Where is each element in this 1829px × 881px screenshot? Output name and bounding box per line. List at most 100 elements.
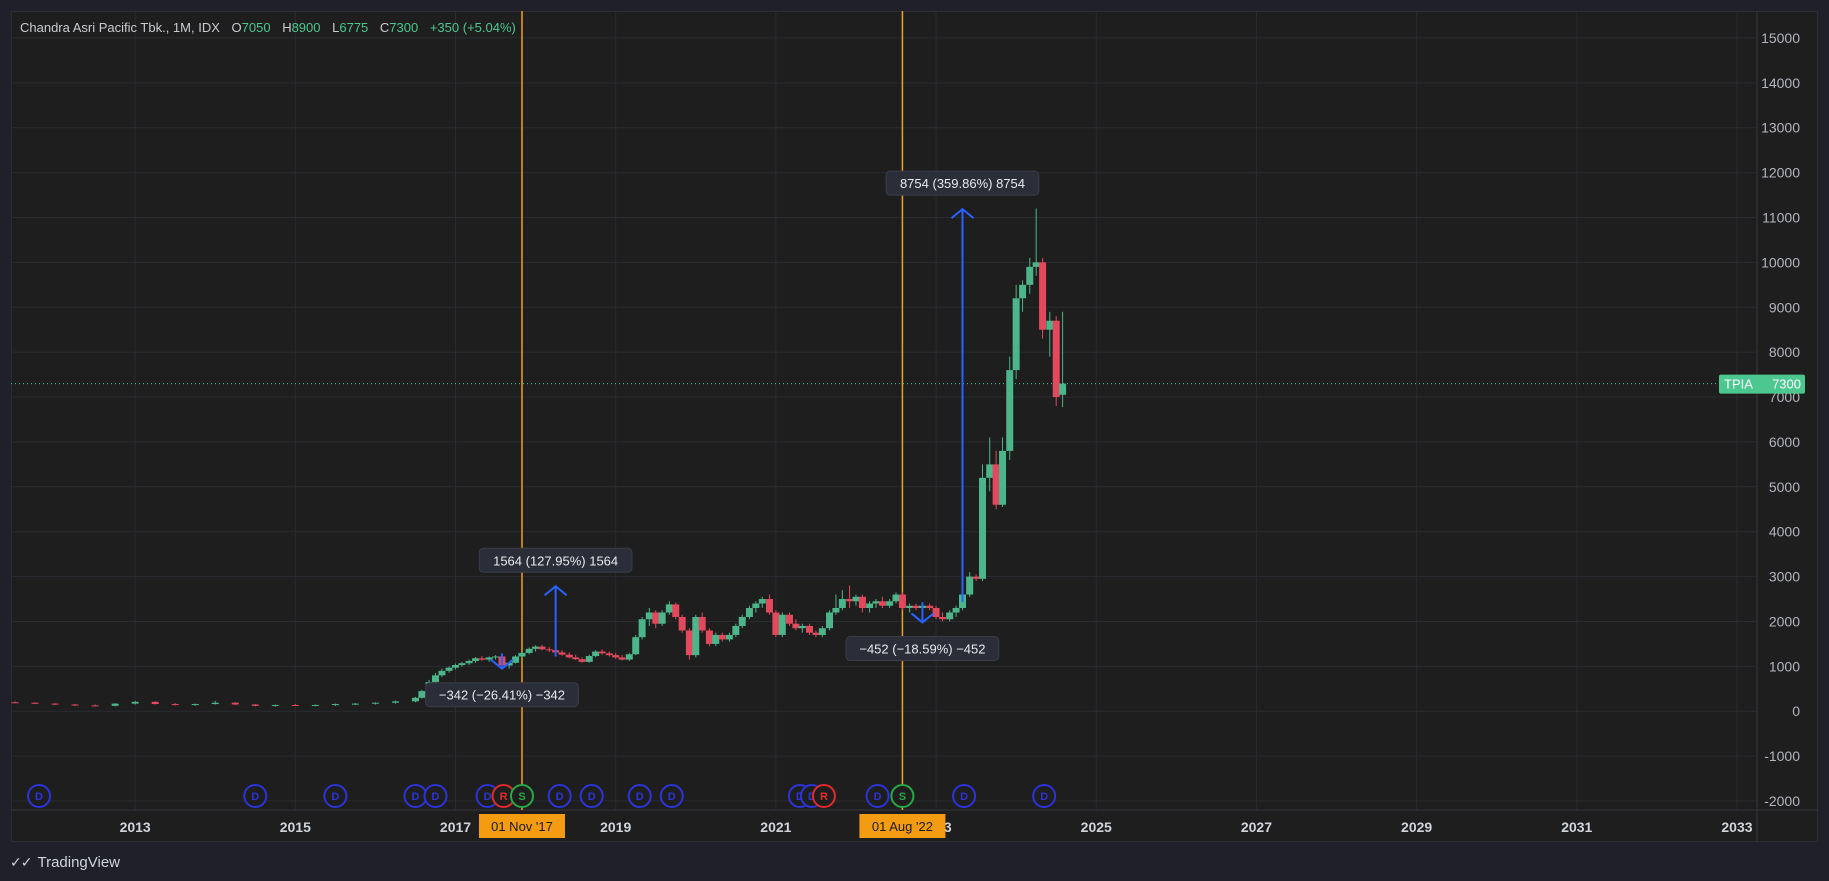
candle-body bbox=[411, 697, 419, 702]
candle-body bbox=[445, 667, 453, 671]
candle-body bbox=[838, 599, 846, 609]
candle-body bbox=[812, 632, 820, 635]
candle-body bbox=[558, 652, 566, 655]
candle-body bbox=[592, 651, 600, 657]
candle-body bbox=[938, 616, 946, 620]
candle-body bbox=[171, 704, 179, 706]
candle-body bbox=[572, 657, 580, 660]
candle-body bbox=[612, 655, 620, 658]
x-tick-label: 2017 bbox=[440, 819, 471, 835]
candle-body bbox=[638, 619, 646, 638]
event-marker-letter: R bbox=[820, 791, 828, 803]
open-label: O bbox=[231, 20, 242, 35]
footer-brand[interactable]: ✓✓ TradingView bbox=[10, 854, 120, 871]
candle-body bbox=[725, 634, 733, 640]
x-tick-label: 2027 bbox=[1241, 819, 1272, 835]
candle-body bbox=[952, 608, 960, 613]
candle-body bbox=[565, 654, 573, 658]
x-tick-label: 2013 bbox=[120, 819, 151, 835]
candle-body bbox=[31, 702, 39, 704]
candle-body bbox=[745, 608, 753, 617]
candle-body bbox=[1006, 370, 1014, 451]
candle-body bbox=[211, 702, 219, 705]
candle-body bbox=[518, 652, 526, 657]
open-value: 7050 bbox=[241, 20, 271, 35]
y-tick-label: 11000 bbox=[1762, 209, 1800, 225]
candle-body bbox=[465, 660, 473, 664]
candle-body bbox=[999, 450, 1007, 505]
candle-body bbox=[826, 612, 834, 629]
x-tick-label: 2021 bbox=[760, 819, 791, 835]
event-marker-letter: D bbox=[35, 791, 43, 803]
candle-body bbox=[758, 599, 766, 604]
candle-body bbox=[852, 596, 860, 602]
candle-body bbox=[878, 601, 886, 606]
y-tick-label: 5000 bbox=[1769, 479, 1800, 495]
event-marker-letter: D bbox=[432, 791, 440, 803]
y-tick-label: 10000 bbox=[1761, 254, 1800, 270]
event-marker-letter: D bbox=[556, 791, 564, 803]
candle-body bbox=[431, 675, 439, 683]
candle-body bbox=[151, 701, 159, 705]
measure-label-text: −452 (−18.59%) −452 bbox=[859, 641, 985, 656]
event-marker-letter: D bbox=[1040, 791, 1048, 803]
candle-body bbox=[926, 605, 934, 609]
candle-body bbox=[418, 691, 426, 698]
candle-body bbox=[778, 614, 786, 635]
x-tick-label: 2015 bbox=[280, 819, 311, 835]
candle-body bbox=[1039, 262, 1047, 330]
event-marker-letter: D bbox=[668, 791, 676, 803]
candle-body bbox=[992, 464, 1000, 505]
candle-body bbox=[625, 654, 633, 660]
y-tick-label: 8000 bbox=[1769, 344, 1800, 360]
candle-body bbox=[705, 630, 713, 644]
candle-body bbox=[605, 653, 613, 656]
candle-body bbox=[685, 630, 693, 656]
candle-body bbox=[765, 599, 773, 613]
event-marker-letter: D bbox=[251, 791, 259, 803]
y-tick-label: 15000 bbox=[1761, 30, 1800, 46]
candle-body bbox=[932, 608, 940, 617]
y-tick-label: 6000 bbox=[1769, 434, 1800, 450]
candle-body bbox=[898, 594, 906, 609]
y-tick-label: 2000 bbox=[1769, 613, 1800, 629]
candle-body bbox=[291, 704, 299, 706]
x-tick-label: 2029 bbox=[1401, 819, 1432, 835]
candle-body bbox=[946, 612, 954, 620]
candle-body bbox=[645, 612, 653, 620]
candle-body bbox=[866, 603, 874, 609]
measure-label-text: 8754 (359.86%) 8754 bbox=[900, 176, 1025, 191]
event-marker-letter: D bbox=[411, 791, 419, 803]
candle-body bbox=[111, 703, 119, 706]
date-badge-text: 01 Aug '22 bbox=[872, 819, 933, 834]
candle-body bbox=[618, 657, 626, 660]
candle-body bbox=[131, 701, 139, 704]
candle-body bbox=[371, 702, 379, 704]
candle-body bbox=[872, 601, 880, 604]
candlestick-chart[interactable]: -2000-1000010002000300040005000600070008… bbox=[0, 0, 1829, 881]
x-tick-label: 2033 bbox=[1721, 819, 1752, 835]
candle-body bbox=[478, 658, 486, 660]
x-tick-label: 2019 bbox=[600, 819, 631, 835]
y-tick-label: 1000 bbox=[1769, 658, 1800, 674]
event-marker-letter: D bbox=[588, 791, 596, 803]
candle-body bbox=[886, 601, 894, 606]
candle-body bbox=[752, 603, 760, 609]
y-tick-label: -2000 bbox=[1764, 793, 1800, 809]
candle-body bbox=[892, 594, 900, 602]
candle-body bbox=[51, 703, 59, 705]
candle-body bbox=[311, 704, 319, 706]
y-tick-label: 9000 bbox=[1769, 299, 1800, 315]
event-marker-letter: D bbox=[636, 791, 644, 803]
date-badge-text: 01 Nov '17 bbox=[491, 819, 553, 834]
candle-body bbox=[1046, 320, 1054, 330]
candle-body bbox=[658, 612, 666, 624]
candle-body bbox=[818, 628, 826, 635]
event-marker-letter: D bbox=[874, 791, 882, 803]
event-marker-letter: R bbox=[500, 791, 508, 803]
candle-body bbox=[698, 616, 706, 631]
candle-body bbox=[438, 670, 446, 676]
candle-body bbox=[798, 625, 806, 629]
y-tick-label: 4000 bbox=[1769, 524, 1800, 540]
event-marker-letter: S bbox=[518, 791, 525, 803]
